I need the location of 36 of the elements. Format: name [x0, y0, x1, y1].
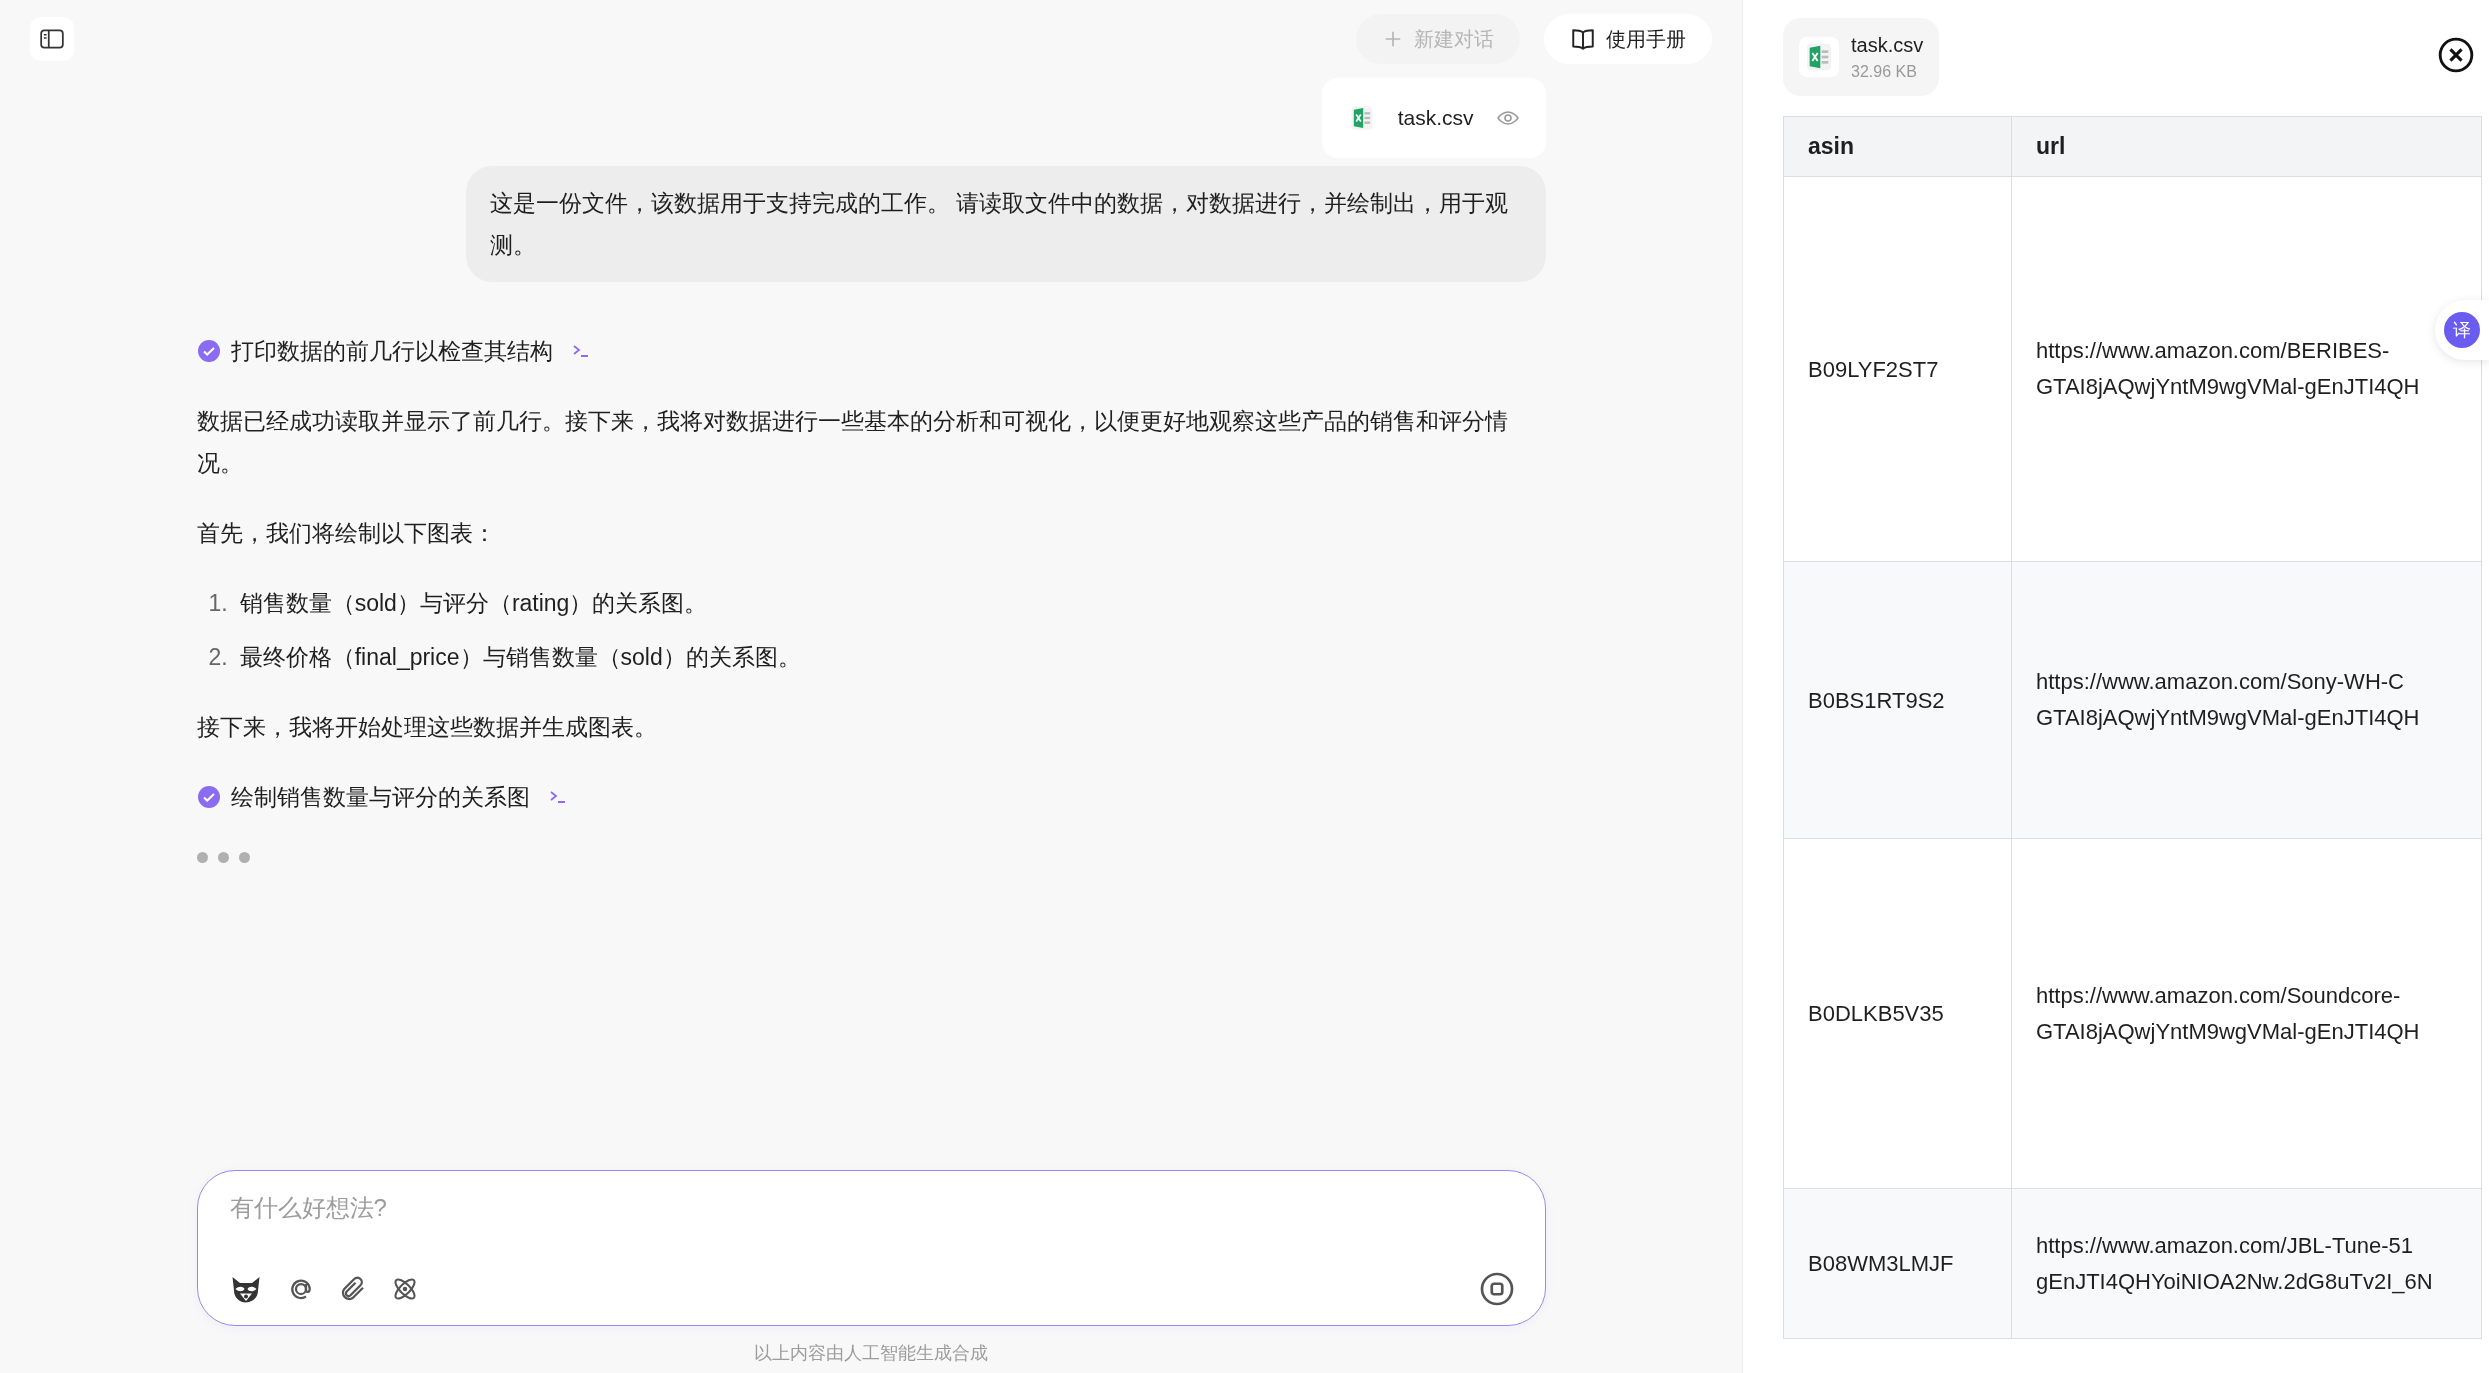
- file-name: task.csv: [1851, 33, 1924, 58]
- typing-dot: [238, 852, 250, 863]
- disclaimer-text: 以上内容由人工智能生成合成: [753, 1342, 989, 1365]
- table-cell: B08WM3LMJF: [1808, 1251, 1954, 1276]
- list-number: 1.: [208, 589, 228, 618]
- list-number: 2.: [208, 643, 228, 672]
- table-cell: B09LYF2ST7: [1808, 356, 1939, 382]
- typing-dot: [217, 852, 229, 863]
- table-cell: B0DLKB5V35: [1808, 1001, 1944, 1026]
- list-item-text: 最终价格（final_price）与销售数量（sold）的关系图。: [239, 643, 801, 672]
- assistant-paragraph: 首先，我们将绘制以下图表：: [196, 519, 497, 548]
- step-title: 打印数据的前几行以检查其结构: [230, 337, 553, 366]
- table-cell-text: https://www.amazon.com/JBL-Tune-51 gEnJTI4QHYoiNIOA2Nw.2dG8uTv2I_6N: [2036, 1231, 2433, 1296]
- close-icon[interactable]: [2437, 36, 2475, 74]
- file-size: 32.96 KB: [1851, 62, 1918, 82]
- column-header: url: [2011, 116, 2482, 177]
- table-cell-text: https://www.amazon.com/BERIBES- GTAI8jAQwjYntM9wgVMal-gEnJTI4QH: [2036, 337, 2420, 401]
- column-header: asin: [1783, 116, 2012, 177]
- typing-dot: [196, 852, 208, 863]
- message-input-field[interactable]: 有什么好想法?: [227, 1189, 1515, 1227]
- assistant-paragraph: 数据已经成功读取并显示了前几行。接下来，我将对数据进行一些基本的分析和可视化，以便更好地观察这些产品的销售和评分情况。: [196, 407, 1509, 478]
- list-item-text: 销售数量（sold）与评分（rating）的关系图。: [239, 589, 708, 618]
- table-cell-text: https://www.amazon.com/Sony-WH-C GTAI8jAQwjYntM9wgVMal-gEnJTI4QH: [2036, 668, 2420, 732]
- stop-icon[interactable]: [1478, 1271, 1515, 1307]
- user-message: 这是一份文件，该数据用于支持完成的工作。 请读取文件中的数据，对数据进行，并绘制出，用于观测。: [465, 166, 1546, 282]
- manual-button[interactable]: 使用手册: [1544, 14, 1712, 64]
- assistant-paragraph: 接下来，我将开始处理这些数据并生成图表。: [196, 713, 658, 742]
- file-name: task.csv: [1397, 105, 1474, 132]
- book-icon: [1570, 26, 1596, 52]
- translate-button[interactable]: 译: [2435, 300, 2489, 360]
- step-title: 绘制销售数量与评分的关系图: [230, 783, 530, 812]
- sidebar-toggle-button[interactable]: [30, 17, 74, 61]
- attachment-chip[interactable]: task.csv: [1321, 78, 1546, 158]
- sidebar-icon: [39, 26, 65, 52]
- table-cell-text: https://www.amazon.com/Soundcore- GTAI8jAQwjYntM9wgVMal-gEnJTI4QH: [2036, 981, 2420, 1046]
- table-cell: B0BS1RT9S2: [1808, 687, 1945, 713]
